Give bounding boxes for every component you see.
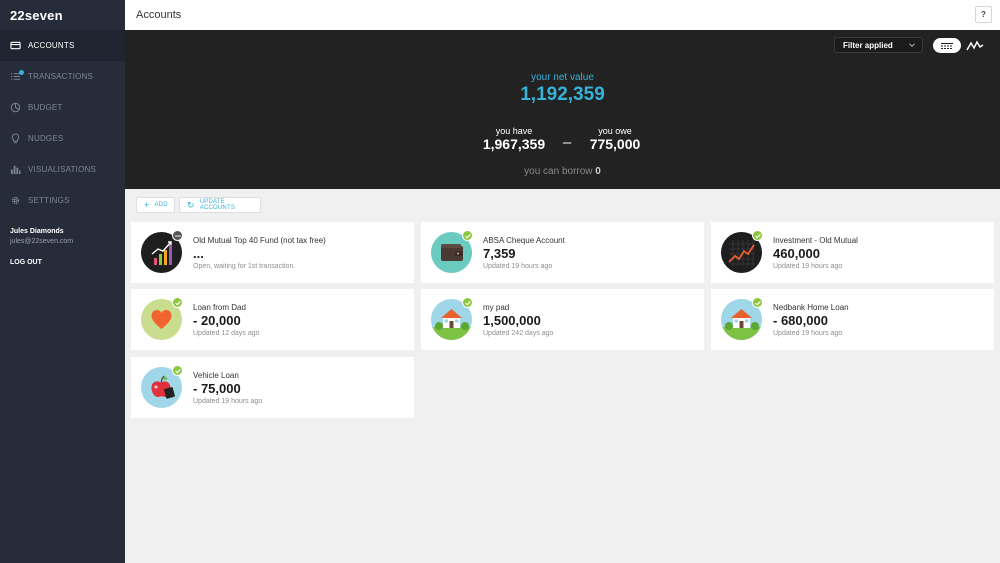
logout-link[interactable]: LOG OUT	[0, 245, 125, 266]
sidebar-item-label: ACCOUNTS	[28, 41, 75, 50]
lightbulb-icon	[10, 133, 21, 144]
account-card[interactable]: ABSA Cheque Account 7,359 Updated 19 hou…	[421, 222, 704, 283]
account-amount: 1,500,000	[483, 313, 541, 328]
sidebar-item-label: TRANSACTIONS	[28, 72, 94, 81]
borrow-summary: you can borrow 0	[125, 166, 1000, 177]
account-name: Nedbank Home Loan	[773, 303, 849, 312]
account-amount: - 75,000	[193, 381, 241, 396]
check-badge-icon	[172, 365, 183, 376]
account-card[interactable]: Vehicle Loan - 75,000 Updated 19 hours a…	[131, 357, 414, 418]
net-value-summary: Filter applied your net value 1,192,359 …	[125, 30, 1000, 189]
check-badge-icon	[462, 297, 473, 308]
account-name: Investment - Old Mutual	[773, 236, 858, 245]
sidebar-item-accounts[interactable]: ACCOUNTS	[0, 30, 125, 61]
filter-dropdown-label: Filter applied	[843, 40, 893, 50]
account-card[interactable]: Nedbank Home Loan - 680,000 Updated 19 h…	[711, 289, 994, 350]
trend-view-icon[interactable]	[966, 39, 984, 52]
sidebar-item-label: VISUALISATIONS	[28, 165, 97, 174]
net-value-label: your net value	[531, 72, 594, 83]
account-status: Updated 19 hours ago	[483, 263, 553, 270]
add-account-button[interactable]: + ADD	[136, 197, 175, 213]
sidebar-item-label: NUDGES	[28, 134, 64, 143]
account-amount: 460,000	[773, 246, 820, 261]
account-status: Updated 19 hours ago	[773, 263, 843, 270]
account-amount: - 680,000	[773, 313, 828, 328]
filter-dropdown[interactable]: Filter applied	[834, 37, 923, 53]
you-have-label: you have	[495, 126, 533, 136]
account-card[interactable]: Loan from Dad - 20,000 Updated 12 days a…	[131, 289, 414, 350]
account-name: Old Mutual Top 40 Fund (not tax free)	[193, 236, 326, 245]
bar-chart-icon	[10, 164, 21, 175]
borrow-label: you can borrow	[524, 166, 593, 177]
sidebar-item-nudges[interactable]: NUDGES	[0, 123, 125, 154]
account-status: Updated 19 hours ago	[193, 398, 263, 405]
budget-icon	[10, 102, 21, 113]
update-accounts-button[interactable]: ↻ UPDATE ACCOUNTS	[179, 197, 261, 213]
check-badge-icon	[462, 230, 473, 241]
account-amount: 7,359	[483, 246, 516, 261]
user-info: Jules Diamonds jules@22seven.com	[0, 216, 125, 245]
borrow-amount: 0	[595, 166, 601, 177]
update-accounts-label: UPDATE ACCOUNTS	[199, 199, 236, 211]
net-value-amount: 1,192,359	[520, 84, 605, 105]
check-badge-icon	[752, 297, 763, 308]
minus-sign: –	[562, 134, 572, 151]
account-status: Updated 12 days ago	[193, 330, 260, 337]
pending-badge-icon	[172, 230, 183, 241]
check-badge-icon	[752, 230, 763, 241]
gear-icon	[10, 195, 21, 206]
page-title: Accounts	[136, 9, 182, 21]
sidebar-item-visualisations[interactable]: VISUALISATIONS	[0, 154, 125, 185]
top-bar: Accounts ?	[125, 0, 1000, 30]
list-view-toggle[interactable]	[933, 38, 961, 53]
add-account-label: ADD	[154, 202, 168, 208]
you-have-amount: 1,967,359	[482, 136, 546, 152]
chevron-down-icon	[909, 43, 915, 48]
sidebar-item-budget[interactable]: BUDGET	[0, 92, 125, 123]
help-button[interactable]: ?	[975, 6, 992, 23]
account-name: Vehicle Loan	[193, 371, 239, 380]
account-card[interactable]: my pad 1,500,000 Updated 242 days ago	[421, 289, 704, 350]
notification-dot	[19, 70, 24, 75]
app-logo[interactable]: 22seven	[0, 0, 125, 30]
account-status: Open, waiting for 1st transaction.	[193, 263, 296, 270]
account-name: Loan from Dad	[193, 303, 246, 312]
user-email: jules@22seven.com	[10, 238, 74, 245]
account-status: Updated 242 days ago	[483, 330, 554, 337]
account-amount: ...	[193, 246, 204, 261]
account-card[interactable]: Old Mutual Top 40 Fund (not tax free) ..…	[131, 222, 414, 283]
user-name: Jules Diamonds	[10, 228, 64, 235]
list-view-icon	[941, 42, 953, 49]
plus-icon: +	[144, 199, 150, 210]
account-name: my pad	[483, 303, 510, 312]
check-badge-icon	[172, 297, 183, 308]
sidebar-item-label: BUDGET	[28, 103, 63, 112]
you-owe-label: you owe	[598, 126, 632, 136]
account-card[interactable]: Investment - Old Mutual 460,000 Updated …	[711, 222, 994, 283]
you-owe-amount: 775,000	[589, 136, 641, 152]
account-amount: - 20,000	[193, 313, 241, 328]
account-status: Updated 19 hours ago	[773, 330, 843, 337]
sidebar: 22seven ACCOUNTS TRANSACTIONS BUDGET NUD…	[0, 0, 125, 563]
refresh-icon: ↻	[187, 199, 195, 210]
sidebar-item-transactions[interactable]: TRANSACTIONS	[0, 61, 125, 92]
sidebar-item-label: SETTINGS	[28, 196, 70, 205]
sidebar-item-settings[interactable]: SETTINGS	[0, 185, 125, 216]
card-icon	[10, 40, 21, 51]
account-name: ABSA Cheque Account	[483, 236, 565, 245]
